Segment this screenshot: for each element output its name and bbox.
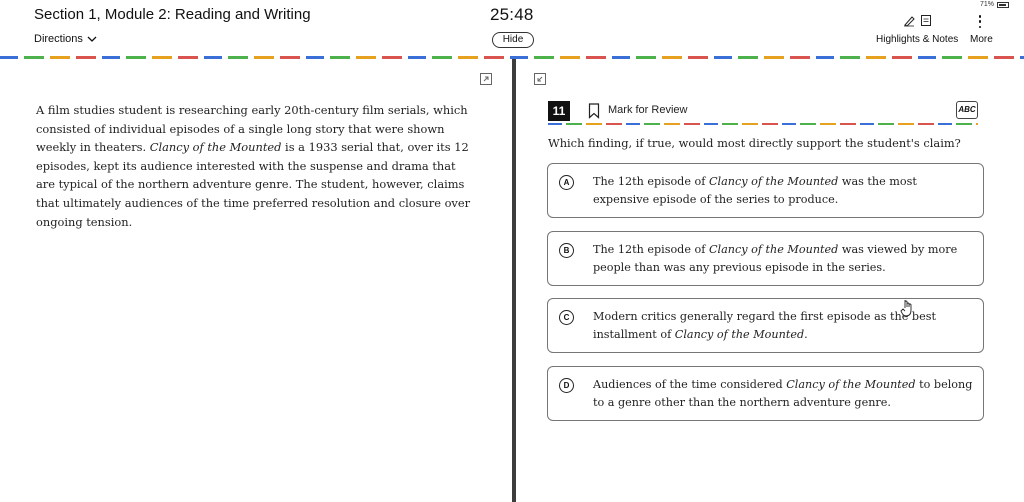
option-text-pre: The 12th episode of [593,243,709,256]
option-text: The 12th episode of Clancy of the Mounte… [593,241,973,277]
answer-option-a[interactable]: A The 12th episode of Clancy of the Moun… [547,163,984,218]
countdown-timer: 25:48 [490,5,534,24]
option-letter: B [559,243,574,258]
option-text: Modern critics generally regard the firs… [593,308,973,344]
option-text: The 12th episode of Clancy of the Mounte… [593,173,973,209]
option-letter: C [559,310,574,325]
answer-option-c[interactable]: C Modern critics generally regard the fi… [547,298,984,353]
highlighter-pen-icon [904,16,915,27]
section-title: Section 1, Module 2: Reading and Writing [34,6,311,23]
option-film-title: Clancy of the Mounted [786,378,916,391]
highlights-notes-label[interactable]: Highlights & Notes [876,34,958,45]
hide-timer-button[interactable]: Hide [492,32,534,48]
notes-icon [921,15,931,26]
battery-icon [997,1,1010,8]
battery-percent: 71% [980,1,995,8]
option-film-title: Clancy of the Mounted [674,328,805,341]
answer-option-d[interactable]: D Audiences of the time considered Clanc… [547,366,984,421]
expand-panel-icon[interactable] [480,73,492,85]
collapse-panel-icon[interactable] [534,73,546,85]
option-text: Audiences of the time considered Clancy … [593,376,973,412]
question-number: 11 [548,101,570,121]
option-text-pre: Audiences of the time considered [593,378,787,391]
passage-panel: A film studies student is researching ea… [0,59,512,502]
top-bar: Section 1, Module 2: Reading and Writing… [0,0,1024,56]
answer-eliminator-button[interactable]: ABC [956,101,978,119]
question-panel: 11 Mark for Review ABC Which finding, if… [516,59,1024,502]
answer-option-b[interactable]: B The 12th episode of Clancy of the Moun… [547,231,984,286]
directions-toggle[interactable]: Directions [34,33,97,45]
option-film-title: Clancy of the Mounted [708,243,839,256]
hand-cursor-icon [900,300,912,317]
option-text-pre: The 12th episode of [593,175,709,188]
highlights-notes-button[interactable] [903,14,932,27]
option-film-title: Clancy of the Mounted [708,175,839,188]
chevron-down-icon [87,36,97,42]
battery-status: 71% [980,1,1010,8]
option-letter: A [559,175,574,190]
mark-for-review-label[interactable]: Mark for Review [608,104,687,116]
more-vertical-icon[interactable] [978,15,982,28]
passage-film-title: Clancy of the Mounted [149,140,282,155]
option-letter: D [559,378,574,393]
bookmark-icon[interactable] [588,103,600,119]
directions-label: Directions [34,33,83,45]
option-text-post: . [804,328,808,341]
question-prompt: Which finding, if true, would most direc… [548,136,961,150]
more-label[interactable]: More [970,34,993,45]
passage-text: A film studies student is researching ea… [36,101,476,231]
question-header-divider [548,123,978,125]
